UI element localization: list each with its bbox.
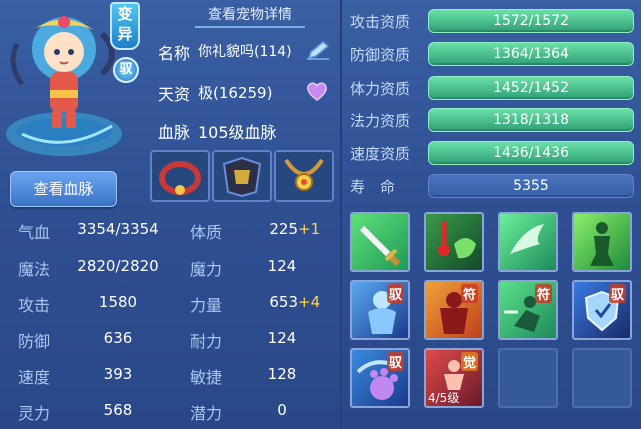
magic-label: 魔力 [190, 260, 223, 279]
heart-icon[interactable] [305, 80, 329, 102]
name-value: 你礼貌吗(114) [198, 44, 292, 60]
endurance-value: 124 [267, 329, 297, 347]
skill-slot-1[interactable] [350, 212, 410, 272]
defense-aptitude-label: 防御资质 [350, 46, 411, 64]
mana-aptitude-bar: 1318/1318 [428, 108, 634, 132]
skill-slot-10[interactable]: 觉 4/5级 [424, 348, 484, 408]
armor-icon [222, 156, 262, 198]
attack-aptitude-bar: 1572/1572 [428, 9, 634, 33]
lifespan-bar: 5355 [428, 174, 634, 198]
mp-label: 魔法 [18, 260, 51, 279]
skill-7-fu-tag: 符 [534, 284, 552, 303]
magic-value: 124 [267, 257, 297, 275]
strength-value: 653 [269, 293, 298, 311]
strength-label: 力量 [190, 296, 223, 315]
attack-label: 攻击 [18, 296, 51, 315]
skill-slot-3[interactable] [498, 212, 558, 272]
skill-slot-11-empty[interactable] [498, 348, 558, 408]
equip-slot-collar[interactable] [150, 150, 210, 202]
view-pet-detail-link[interactable]: 查看宠物详情 [195, 4, 305, 28]
skill-slot-8[interactable]: 驭 [572, 280, 632, 340]
mutant-badge: 变异 [110, 2, 140, 50]
yu-badge: 驭 [113, 57, 139, 83]
skill-slot-6[interactable]: 符 [424, 280, 484, 340]
constitution-label: 体质 [190, 223, 223, 242]
name-label: 名称 [158, 44, 191, 63]
skill-9-yu-tag: 驭 [386, 352, 404, 371]
aptitude-value: 极(16259) [198, 84, 273, 102]
pet-detail-panel: 变异 驭 查看宠物详情 名称 你礼貌吗(114) 天资 极(16259) 血脉 … [0, 0, 641, 429]
defense-value: 636 [103, 329, 133, 347]
aptitude-label: 天资 [158, 85, 191, 104]
necklace-icon [284, 158, 324, 191]
potential-value: 0 [277, 401, 287, 419]
endurance-label: 耐力 [190, 332, 223, 351]
skill-slot-12-empty[interactable] [572, 348, 632, 408]
defense-label: 防御 [18, 332, 51, 351]
lifespan-label: 寿 命 [350, 178, 396, 196]
spirit-label: 灵力 [18, 404, 51, 423]
skill-5-yu-tag: 驭 [386, 284, 404, 303]
agility-value: 128 [267, 365, 297, 383]
skill-6-fu-tag: 符 [460, 284, 478, 303]
skill-slot-5[interactable]: 驭 [350, 280, 410, 340]
hp-value: 3354/3354 [77, 220, 159, 238]
mana-aptitude-label: 法力资质 [350, 112, 411, 130]
speed-label: 速度 [18, 368, 51, 387]
skill-10-jue-tag: 觉 [460, 352, 478, 371]
speed-value: 393 [103, 365, 133, 383]
agility-label: 敏捷 [190, 368, 223, 387]
hp-label: 气血 [18, 223, 51, 242]
blood-drop-icon [438, 222, 476, 259]
attack-aptitude-label: 攻击资质 [350, 13, 411, 31]
skill-8-yu-tag: 驭 [608, 284, 626, 303]
equip-slot-armor[interactable] [212, 150, 272, 202]
skill-slot-7[interactable]: 符 [498, 280, 558, 340]
bloodline-value: 105级血脉 [198, 123, 277, 142]
edit-name-icon[interactable] [305, 40, 331, 60]
constitution-value: 225 [269, 220, 298, 238]
potential-label: 潜力 [190, 404, 223, 423]
equip-slot-necklace[interactable] [274, 150, 334, 202]
skill-slot-9[interactable]: 驭 [350, 348, 410, 408]
spirit-value: 568 [103, 401, 133, 419]
speed-aptitude-label: 速度资质 [350, 145, 411, 163]
sword-icon [359, 225, 401, 267]
strength-value-group: 653+4 [254, 293, 334, 311]
view-bloodline-button[interactable]: 查看血脉 [10, 171, 117, 207]
pet-left-column: 变异 驭 查看宠物详情 名称 你礼貌吗(114) 天资 极(16259) 血脉 … [0, 0, 340, 429]
attack-value: 1580 [98, 293, 138, 311]
mp-value: 2820/2820 [77, 257, 159, 275]
constitution-plus: +1 [298, 220, 321, 238]
stamina-aptitude-label: 体力资质 [350, 80, 411, 98]
stamina-aptitude-bar: 1452/1452 [428, 76, 634, 100]
defense-aptitude-bar: 1364/1364 [428, 42, 634, 66]
skill-slot-4[interactable] [572, 212, 632, 272]
wings-icon [510, 224, 544, 254]
constitution-value-group: 225+1 [254, 220, 334, 238]
speed-aptitude-bar: 1436/1436 [428, 141, 634, 165]
figure-icon [590, 222, 614, 266]
strength-plus: +4 [298, 293, 321, 311]
bloodline-label: 血脉 [158, 123, 191, 142]
column-divider [340, 0, 342, 429]
collar-icon [159, 161, 201, 195]
skill-10-level: 4/5级 [428, 391, 460, 405]
skill-slot-2[interactable] [424, 212, 484, 272]
